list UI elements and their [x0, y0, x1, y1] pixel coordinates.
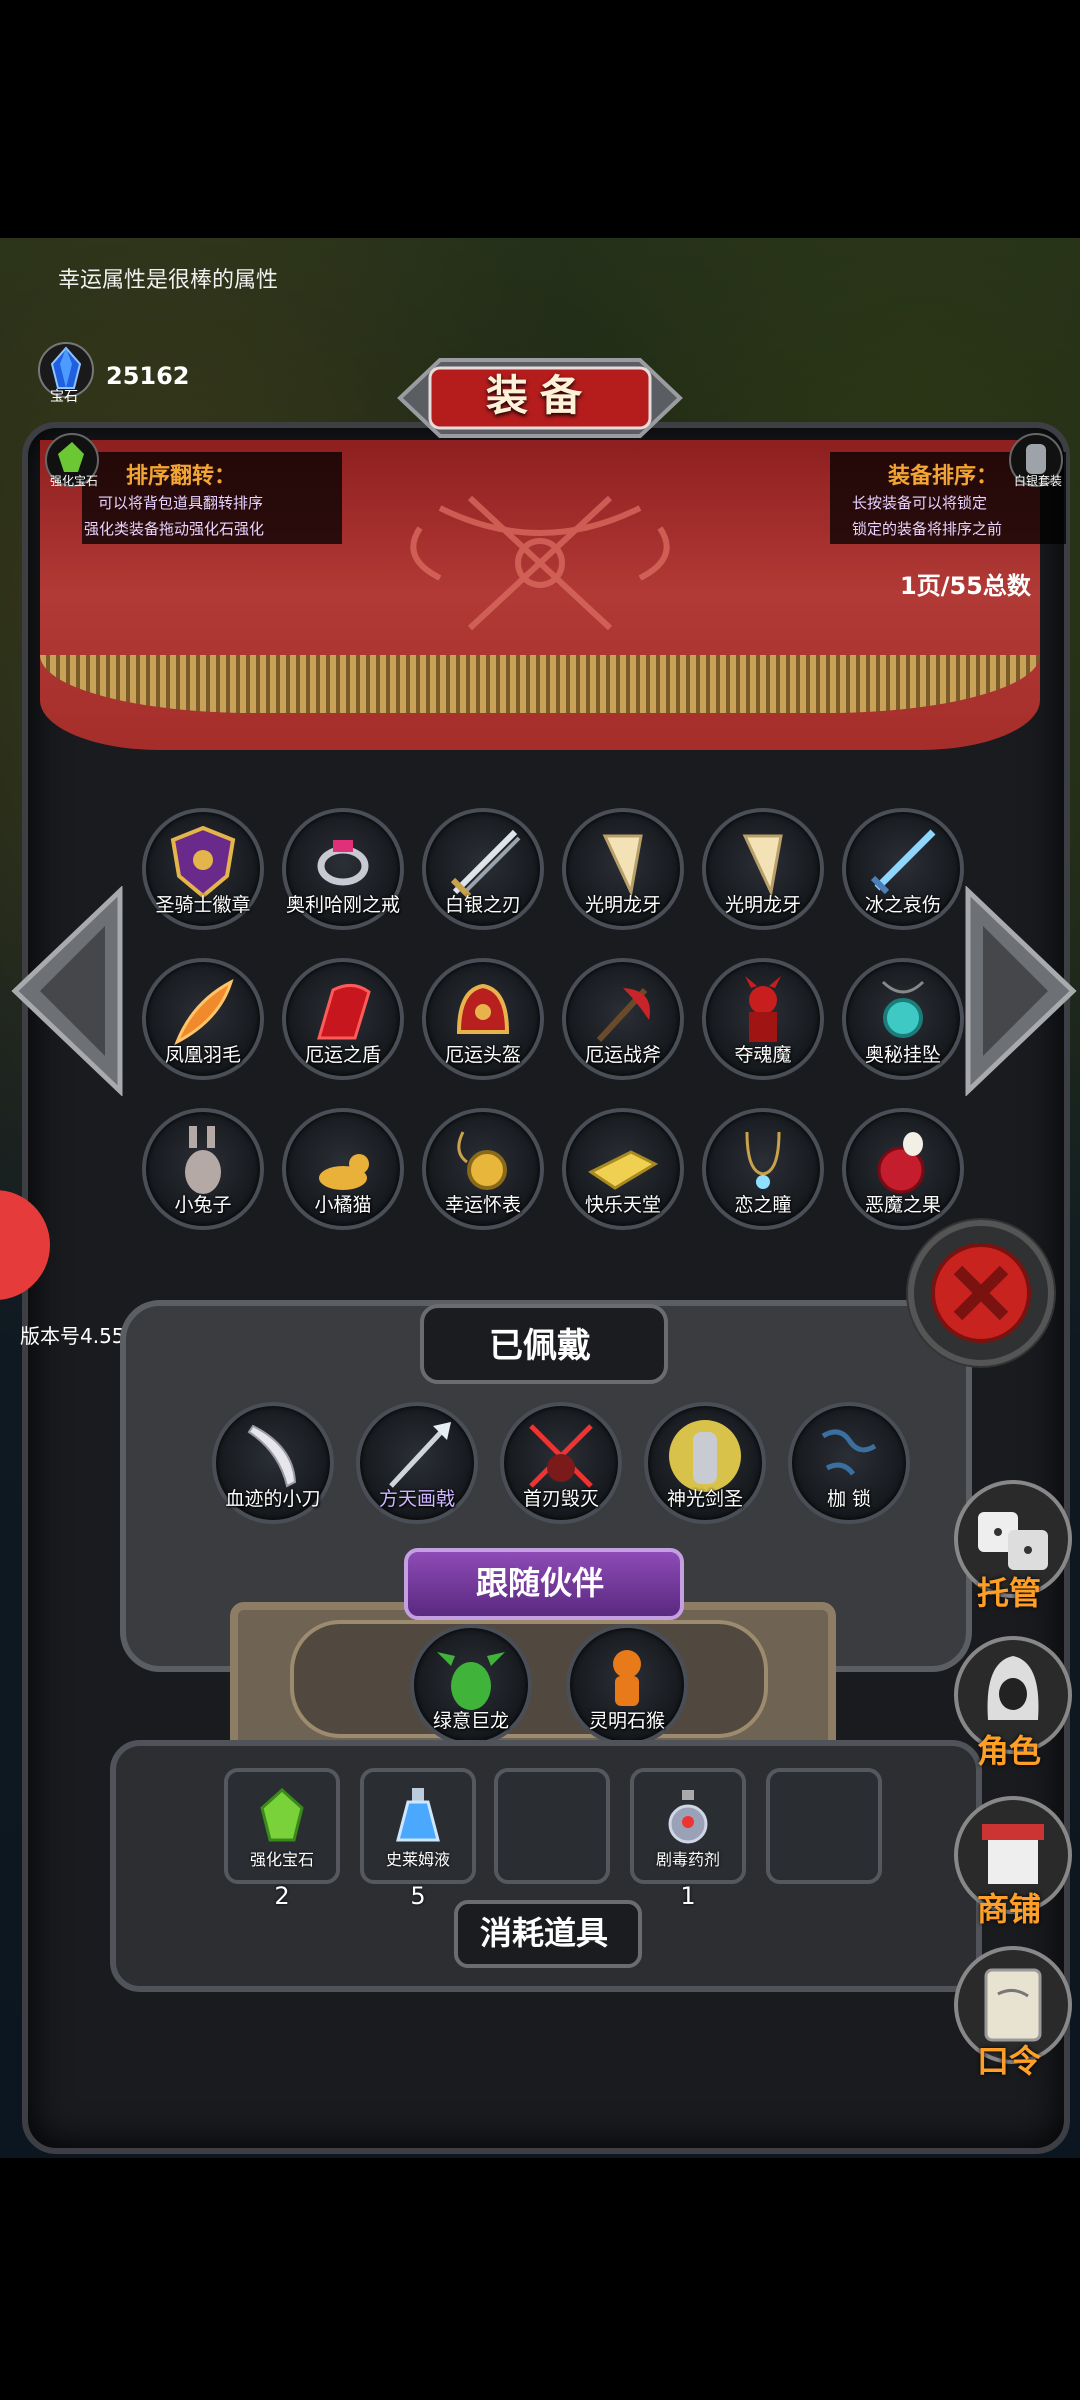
sort-flip-line: 强化类装备拖动强化石强化	[84, 520, 265, 538]
item-slot[interactable]: 厄运头盔	[422, 958, 544, 1080]
item-slot[interactable]: 厄运之盾	[282, 958, 404, 1080]
item-slot[interactable]: 白银之刃	[422, 808, 544, 930]
equip-sort-title: 装备排序：	[888, 464, 999, 489]
item-label: 小橘猫	[314, 1194, 372, 1216]
sort-flip-title: 排序翻转：	[126, 464, 237, 489]
poison-icon	[668, 1790, 708, 1844]
item-label: 圣骑士徽章	[155, 894, 251, 916]
potion-icon	[396, 1788, 440, 1842]
green-gem-icon	[260, 1787, 304, 1842]
item-slot[interactable]: 小兔子	[142, 1108, 264, 1230]
item-slot[interactable]: 圣骑士徽章	[142, 808, 264, 930]
item-slot[interactable]: 光明龙牙	[702, 808, 824, 930]
item-label: 光明龙牙	[584, 894, 661, 916]
companion-title: 跟随伙伴	[475, 1564, 604, 1602]
crossed-swords-crest-icon	[410, 495, 670, 631]
armor-set-label: 白银套装	[1013, 474, 1062, 488]
item-label: 冰之哀伤	[864, 894, 941, 916]
side-menu-label: 托管	[976, 1574, 1041, 1612]
item-slot[interactable]: 奥利哈刚之戒	[282, 808, 404, 930]
item-label: 白银之刃	[444, 894, 521, 916]
enhance-gem-label: 强化宝石	[49, 474, 98, 488]
consumable-slot-empty[interactable]	[766, 1768, 882, 1884]
item-label: 幸运怀表	[444, 1194, 521, 1216]
item-label: 凤凰羽毛	[164, 1044, 241, 1066]
item-slot[interactable]: 夺魂魔	[702, 958, 824, 1080]
page-title: 装备	[485, 371, 594, 420]
equipped-label: 枷 锁	[826, 1488, 872, 1510]
consumable-slot[interactable]: 史莱姆液 5	[360, 1768, 476, 1910]
companion-slot[interactable]: 绿意巨龙	[410, 1624, 532, 1746]
consumable-count: 1	[680, 1882, 696, 1910]
equipped-slot[interactable]: 首刃毁灭	[500, 1402, 622, 1524]
consumable-count: 2	[274, 1882, 290, 1910]
gem-count: 25162	[106, 362, 190, 390]
equipped-slot[interactable]: 方天画戟	[356, 1402, 478, 1524]
equipped-slot[interactable]: 枷 锁	[788, 1402, 910, 1524]
prev-page-arrow-icon[interactable]	[10, 886, 128, 1096]
equip-sort-line: 锁定的装备将排序之前	[852, 520, 1003, 538]
item-label: 恶魔之果	[864, 1194, 941, 1216]
item-slot[interactable]: 小橘猫	[282, 1108, 404, 1230]
tip-text: 幸运属性是很棒的属性	[58, 268, 279, 293]
item-label: 光明龙牙	[724, 894, 801, 916]
item-slot[interactable]: 恋之瞳	[702, 1108, 824, 1230]
item-label: 快乐天堂	[584, 1194, 661, 1216]
equipped-label: 神光剑圣	[666, 1488, 743, 1510]
item-label: 厄运之盾	[304, 1044, 381, 1066]
item-label: 奥秘挂坠	[864, 1044, 941, 1066]
item-label: 夺魂魔	[734, 1044, 792, 1066]
equipped-title: 已佩戴	[489, 1326, 591, 1366]
equipped-label: 首刃毁灭	[522, 1488, 599, 1510]
side-menu-label: 角色	[976, 1732, 1041, 1770]
sort-flip-info: 排序翻转： 可以将背包道具翻转排序 强化类装备拖动强化石强化	[82, 452, 342, 544]
page-info: 1页/55总数	[900, 572, 1031, 600]
item-label: 厄运战斧	[584, 1044, 661, 1066]
sort-flip-line: 可以将背包道具翻转排序	[98, 494, 264, 512]
item-label: 厄运头盔	[444, 1044, 521, 1066]
consumable-label: 史莱姆液	[385, 1850, 450, 1869]
equipped-label: 方天画戟	[378, 1488, 455, 1510]
item-label: 奥利哈刚之戒	[285, 894, 400, 916]
equip-sort-line: 长按装备可以将锁定	[852, 494, 988, 512]
item-slot[interactable]: 恶魔之果	[842, 1108, 964, 1230]
equipped-label: 血迹的小刀	[225, 1488, 321, 1510]
companion-label: 绿意巨龙	[432, 1710, 509, 1732]
item-slot[interactable]: 奥秘挂坠	[842, 958, 964, 1080]
item-slot[interactable]: 光明龙牙	[562, 808, 684, 930]
consumable-slot-empty[interactable]	[494, 1768, 610, 1884]
item-slot[interactable]: 快乐天堂	[562, 1108, 684, 1230]
consumable-label: 剧毒药剂	[655, 1850, 720, 1869]
equipped-slot[interactable]: 血迹的小刀	[212, 1402, 334, 1524]
consumable-label: 强化宝石	[249, 1850, 314, 1869]
consumable-slot[interactable]: 强化宝石 2	[224, 1768, 340, 1910]
item-slot[interactable]: 厄运战斧	[562, 958, 684, 1080]
companion-label: 灵明石猴	[588, 1710, 665, 1732]
item-label: 小兔子	[174, 1194, 232, 1216]
consumable-slot[interactable]: 剧毒药剂 1	[630, 1768, 746, 1910]
equipped-slot[interactable]: 神光剑圣	[644, 1402, 766, 1524]
item-slot[interactable]: 冰之哀伤	[842, 808, 964, 930]
gem-label: 宝石	[50, 389, 78, 405]
side-menu-label: 口令	[976, 2042, 1041, 2080]
side-menu-label: 商铺	[976, 1890, 1041, 1928]
version-label: 版本号4.55	[20, 1324, 125, 1348]
item-slot[interactable]: 凤凰羽毛	[142, 958, 264, 1080]
companion-slot[interactable]: 灵明石猴	[566, 1624, 688, 1746]
item-label: 恋之瞳	[734, 1194, 792, 1216]
close-button[interactable]	[906, 1218, 1056, 1368]
consumables-title: 消耗道具	[479, 1914, 608, 1952]
banner-fringe	[40, 655, 1040, 713]
item-slot[interactable]: 幸运怀表	[422, 1108, 544, 1230]
